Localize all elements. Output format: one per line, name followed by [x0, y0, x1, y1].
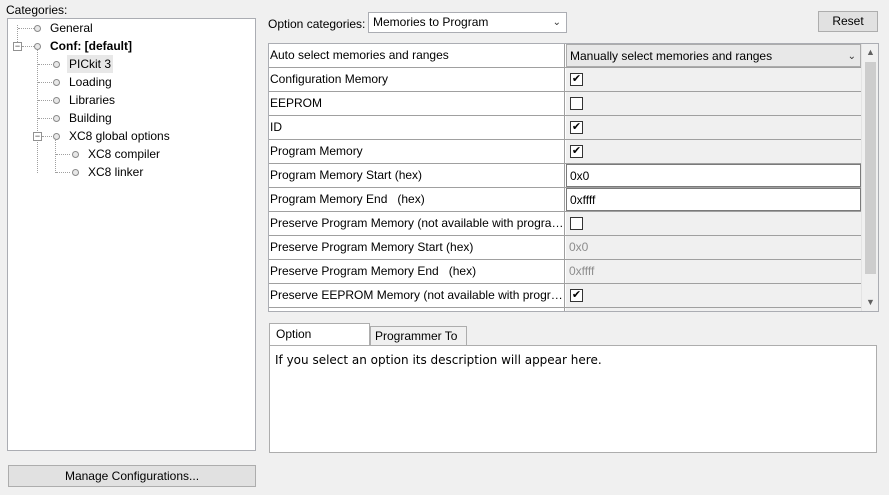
- row-value: [566, 284, 861, 307]
- tree-line: [55, 140, 56, 173]
- categories-tree[interactable]: − − General Conf: [default] PICkit 3 Loa…: [7, 18, 256, 451]
- description-text: If you select an option its description …: [275, 353, 602, 367]
- row-value: [566, 92, 861, 115]
- tree-item-label: XC8 linker: [88, 165, 144, 179]
- tree-line: [38, 100, 52, 101]
- node-icon: [34, 25, 41, 32]
- node-icon: [72, 169, 79, 176]
- tree-item-label: Loading: [69, 75, 112, 89]
- preserve-program-memory-checkbox[interactable]: [570, 217, 583, 230]
- row-name: Program Memory Start (hex): [269, 164, 565, 187]
- collapse-icon[interactable]: −: [33, 132, 42, 141]
- tree-line: [56, 172, 70, 173]
- program-memory-checkbox[interactable]: [570, 145, 583, 158]
- row-name: Preserve Program Memory Start (hex): [269, 236, 565, 259]
- tree-item-label: General: [50, 21, 93, 35]
- tree-item-label: PICkit 3: [67, 55, 114, 73]
- categories-label: Categories:: [6, 3, 68, 17]
- row-name: Preserve Program Memory End (hex): [269, 260, 565, 283]
- grid-row: EEPROM: [269, 92, 861, 116]
- option-categories-label: Option categories:: [268, 17, 366, 31]
- row-name: Configuration Memory: [269, 68, 565, 91]
- row-name: Auto select memories and ranges: [269, 44, 565, 67]
- tree-item-label: XC8 compiler: [88, 147, 161, 161]
- reset-button[interactable]: Reset: [818, 11, 878, 32]
- tab-programmer-to-go[interactable]: Programmer To Go: [370, 326, 467, 361]
- node-icon: [34, 43, 41, 50]
- grid-row: Program Memory End (hex) 0xffff: [269, 188, 861, 212]
- scroll-up-icon[interactable]: ▲: [862, 44, 878, 61]
- tree-line: [37, 50, 38, 173]
- tree-line: [56, 154, 70, 155]
- program-memory-start-field[interactable]: 0x0: [566, 164, 861, 187]
- grid-row: Configuration Memory: [269, 68, 861, 92]
- node-icon: [53, 61, 60, 68]
- row-name: [269, 308, 565, 311]
- scroll-down-icon[interactable]: ▼: [862, 294, 878, 311]
- grid-row: Preserve EEPROM Memory (not available wi…: [269, 284, 861, 308]
- node-icon: [53, 115, 60, 122]
- row-value: [566, 140, 861, 163]
- id-checkbox[interactable]: [570, 121, 583, 134]
- grid-row: ID: [269, 116, 861, 140]
- manage-configurations-button[interactable]: Manage Configurations...: [8, 465, 256, 487]
- grid-row: Preserve Program Memory (not available w…: [269, 212, 861, 236]
- option-categories-select[interactable]: Memories to Program ⌄: [368, 12, 567, 33]
- row-name: EEPROM: [269, 92, 565, 115]
- vertical-scrollbar[interactable]: ▲ ▼: [861, 44, 878, 311]
- grid-row: Auto select memories and ranges Manually…: [269, 44, 861, 68]
- grid-row: Program Memory: [269, 140, 861, 164]
- memory-selection-dropdown[interactable]: Manually select memories and ranges ⌄: [566, 44, 861, 67]
- preserve-eeprom-checkbox[interactable]: [570, 289, 583, 302]
- row-name: Preserve EEPROM Memory (not available wi…: [269, 284, 565, 307]
- node-icon: [72, 151, 79, 158]
- row-value: [566, 212, 861, 235]
- row-name: Preserve Program Memory (not available w…: [269, 212, 565, 235]
- program-memory-end-field[interactable]: 0xffff: [566, 188, 861, 211]
- tree-item-label: XC8 global options: [69, 129, 170, 143]
- tree-line: [18, 28, 34, 29]
- chevron-down-icon: ⌄: [552, 17, 561, 28]
- tree-line: [42, 136, 52, 137]
- dropdown-value: Manually select memories and ranges: [570, 49, 773, 63]
- tree-line: [38, 82, 52, 83]
- tree-item-label: Conf: [default]: [50, 39, 132, 53]
- node-icon: [53, 133, 60, 140]
- row-name: Program Memory: [269, 140, 565, 163]
- preserve-program-memory-end-field: 0xffff: [566, 260, 861, 283]
- grid-row: Program Memory Start (hex) 0x0: [269, 164, 861, 188]
- row-name: Program Memory End (hex): [269, 188, 565, 211]
- eeprom-checkbox[interactable]: [570, 97, 583, 110]
- row-value: [566, 308, 861, 311]
- node-icon: [53, 79, 60, 86]
- scrollbar-thumb[interactable]: [865, 62, 876, 274]
- tree-item-label: Libraries: [69, 93, 116, 107]
- collapse-icon[interactable]: −: [13, 42, 22, 51]
- preserve-program-memory-start-field: 0x0: [566, 236, 861, 259]
- row-value: [566, 116, 861, 139]
- tab-option-description[interactable]: Option Description: [269, 323, 370, 362]
- configuration-memory-checkbox[interactable]: [570, 73, 583, 86]
- options-grid: Auto select memories and ranges Manually…: [268, 43, 879, 312]
- grid-row: Preserve Program Memory Start (hex) 0x0: [269, 236, 861, 260]
- chevron-down-icon: ⌄: [847, 51, 856, 62]
- row-value: [566, 68, 861, 91]
- grid-row-partial: [269, 308, 861, 311]
- tree-line: [38, 64, 52, 65]
- tree-line: [38, 118, 52, 119]
- tree-line: [22, 46, 34, 47]
- node-icon: [53, 97, 60, 104]
- tree-item-label: Building: [69, 111, 112, 125]
- row-name: ID: [269, 116, 565, 139]
- option-categories-value: Memories to Program: [373, 15, 489, 29]
- grid-row: Preserve Program Memory End (hex) 0xffff: [269, 260, 861, 284]
